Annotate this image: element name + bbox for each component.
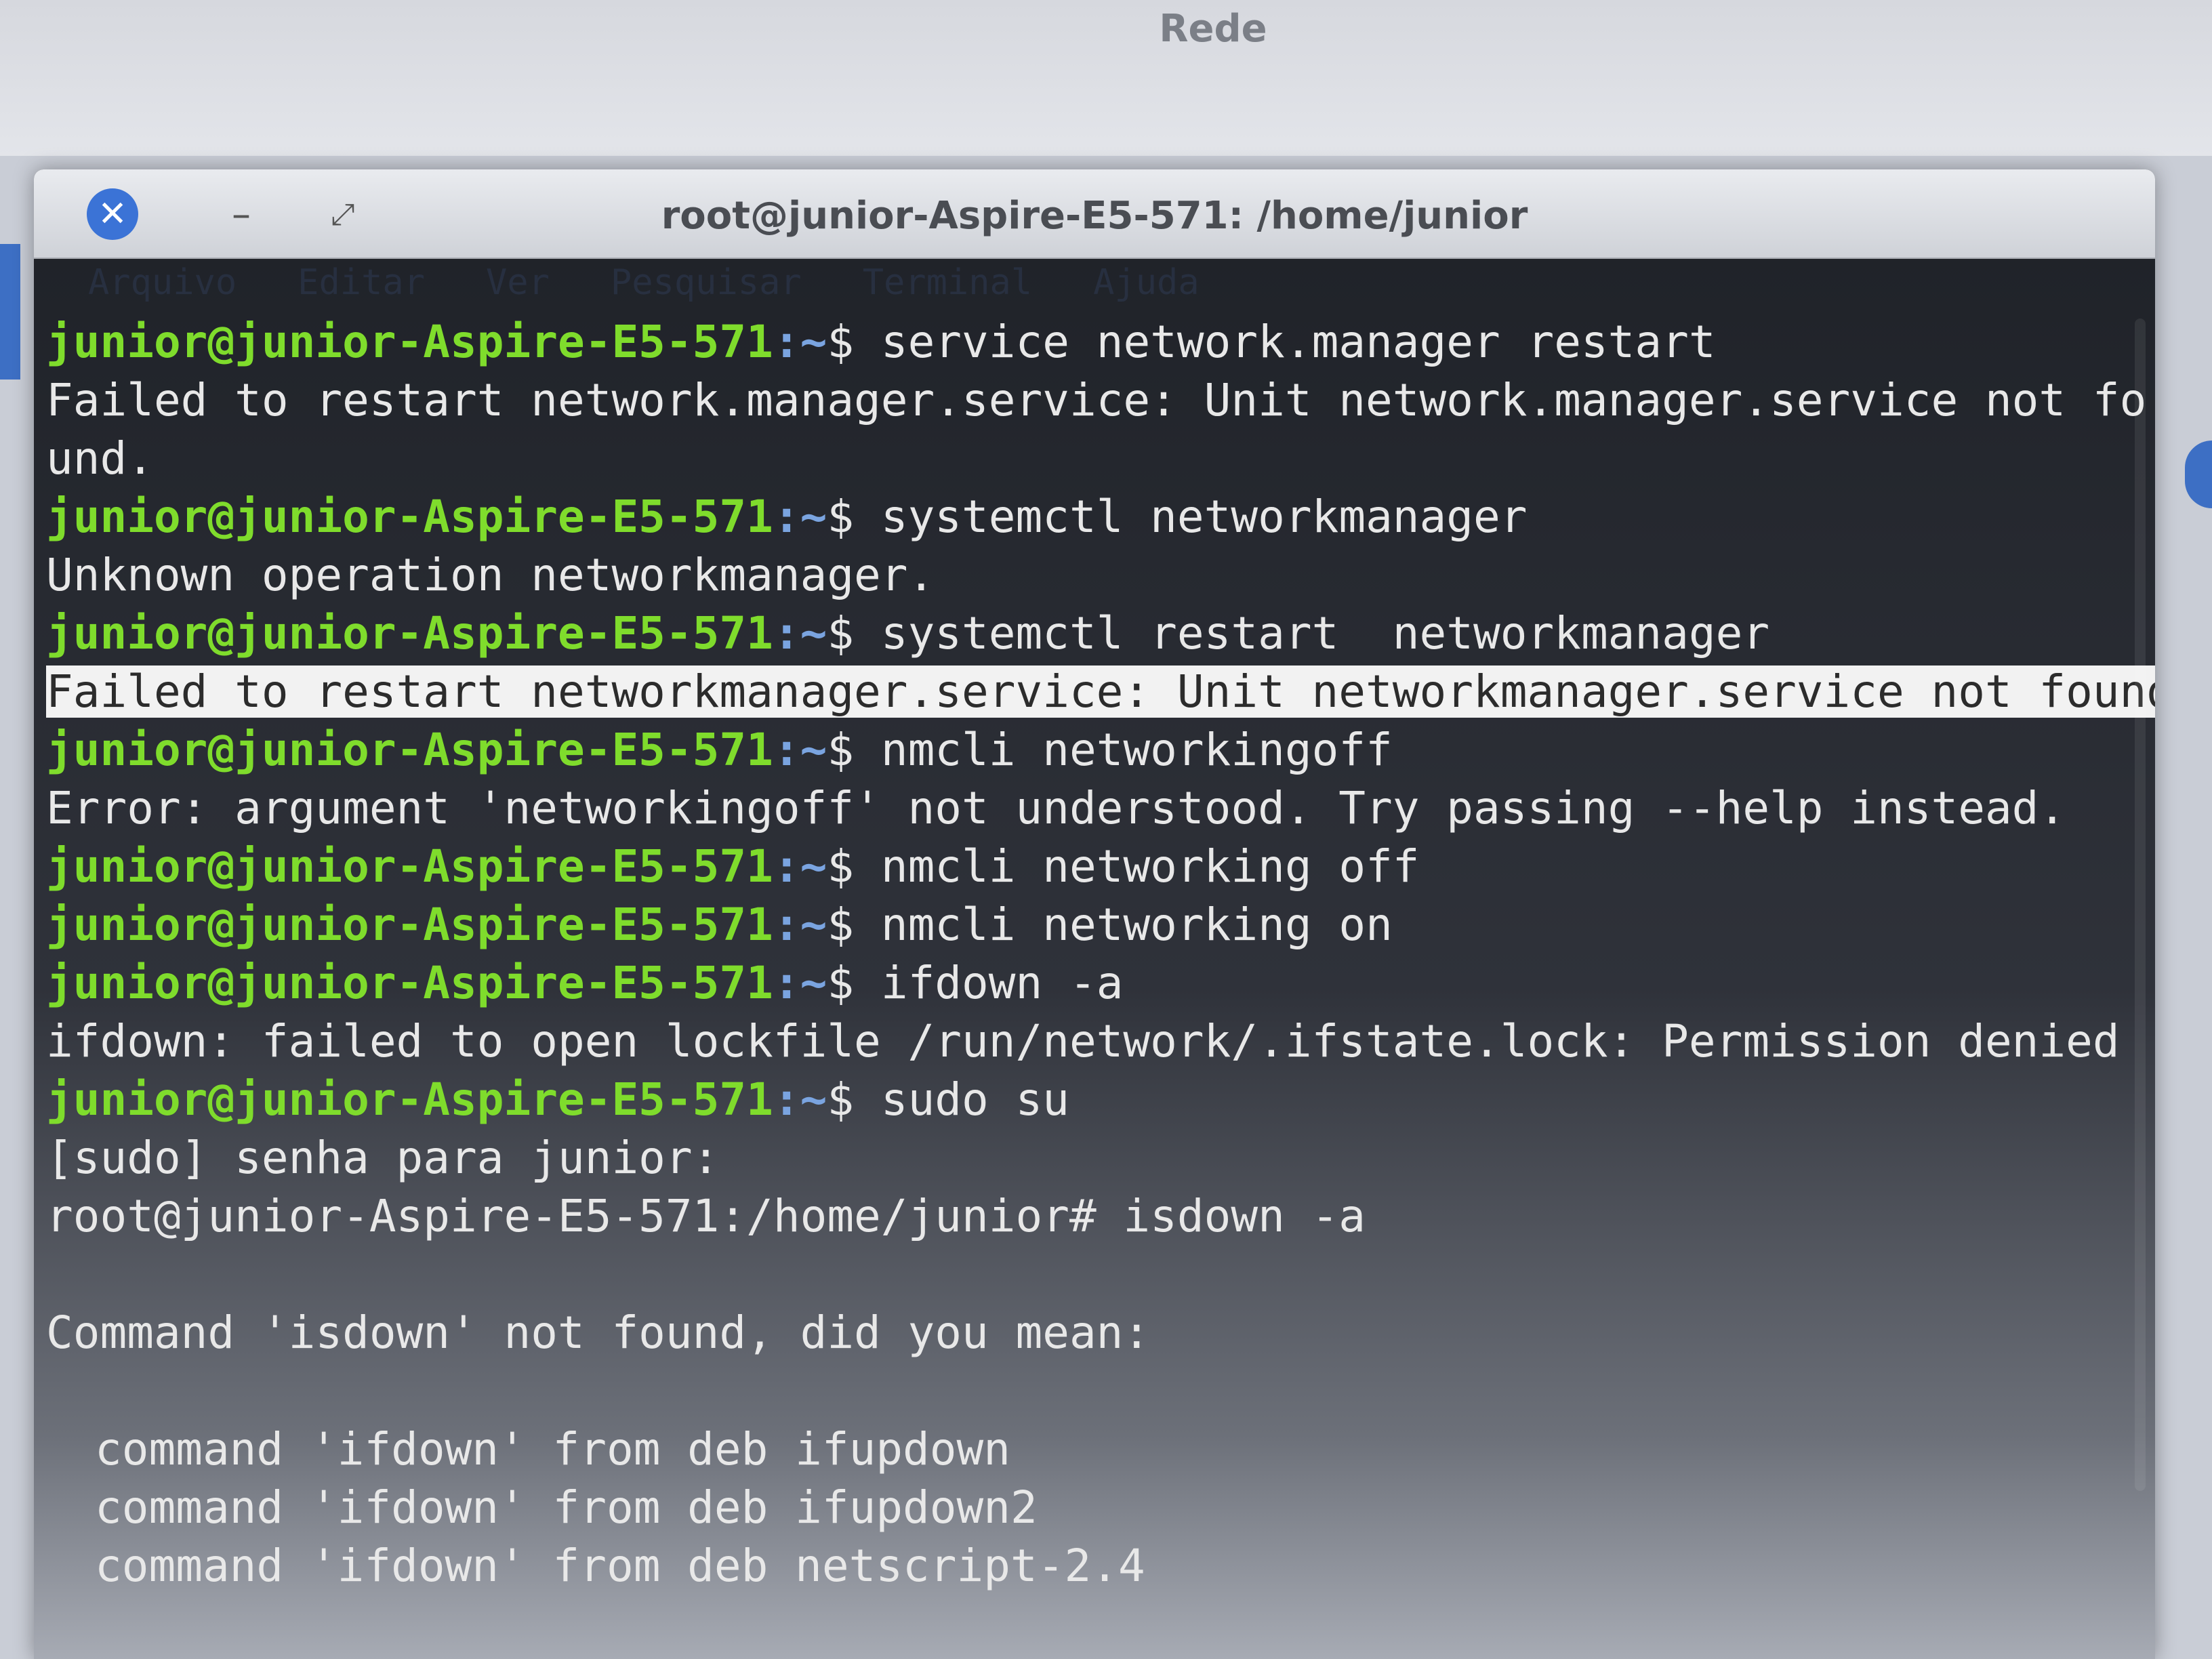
output-line: Error: argument 'networkingoff' not unde… xyxy=(46,782,2066,834)
command-text: sudo su xyxy=(880,1073,1069,1126)
prompt-sign: $ xyxy=(827,899,881,951)
prompt-path: :~ xyxy=(773,1073,827,1126)
menu-item-terminal[interactable]: Terminal xyxy=(863,262,1032,303)
terminal-line: junior@junior-Aspire-E5-571:~$ ifdown -a xyxy=(34,954,2155,1012)
command-text: systemctl restart networkmanager xyxy=(880,607,1770,659)
prompt-path: :~ xyxy=(773,724,827,776)
prompt-path: :~ xyxy=(773,840,827,893)
terminal-output[interactable]: junior@junior-Aspire-E5-571:~$ service n… xyxy=(34,306,2155,1595)
prompt-user-host: junior@junior-Aspire-E5-571 xyxy=(46,491,773,543)
terminal-window: ✕ – ⤢ root@junior-Aspire-E5-571: /home/j… xyxy=(34,169,2155,1659)
prompt-sign: $ xyxy=(827,607,881,659)
prompt-sign: $ xyxy=(827,1073,881,1126)
suggestion-line: command 'ifdown' from deb ifupdown xyxy=(95,1423,1011,1475)
prompt-path: :~ xyxy=(773,491,827,543)
title-bar[interactable]: ✕ – ⤢ root@junior-Aspire-E5-571: /home/j… xyxy=(34,169,2155,259)
background-sidebar-edge xyxy=(0,244,20,380)
output-line: Command 'isdown' not found, did you mean… xyxy=(46,1307,1151,1359)
prompt-user-host: junior@junior-Aspire-E5-571 xyxy=(46,724,773,776)
background-window-title: Rede xyxy=(1159,7,1267,51)
prompt-path: :~ xyxy=(773,316,827,368)
window-title: root@junior-Aspire-E5-571: /home/junior xyxy=(661,194,1528,238)
prompt-sign: $ xyxy=(827,840,881,893)
prompt-user-host: junior@junior-Aspire-E5-571 xyxy=(46,1073,773,1126)
menu-item-view[interactable]: Ver xyxy=(486,262,550,303)
prompt-user-host: junior@junior-Aspire-E5-571 xyxy=(46,899,773,951)
prompt-user-host: junior@junior-Aspire-E5-571 xyxy=(46,607,773,659)
terminal-scrollbar[interactable] xyxy=(2135,319,2146,1491)
menu-bar: Arquivo Editar Ver Pesquisar Terminal Aj… xyxy=(34,259,2155,306)
output-line: Unknown operation networkmanager. xyxy=(46,549,935,601)
prompt-sign: $ xyxy=(827,316,881,368)
command-text: nmcli networkingoff xyxy=(880,724,1393,776)
prompt-sign: $ xyxy=(827,724,881,776)
menu-item-edit[interactable]: Editar xyxy=(298,262,425,303)
prompt-user-host: junior@junior-Aspire-E5-571 xyxy=(46,957,773,1009)
output-line: [sudo] senha para junior: xyxy=(46,1132,720,1184)
prompt-user-host: junior@junior-Aspire-E5-571 xyxy=(46,840,773,893)
selection-highlight[interactable]: Failed to restart networkmanager.service… xyxy=(46,665,2155,718)
output-line: ifdown: failed to open lockfile /run/net… xyxy=(46,1015,2120,1067)
menu-item-file[interactable]: Arquivo xyxy=(88,262,237,303)
terminal-line: junior@junior-Aspire-E5-571:~$ nmcli net… xyxy=(34,838,2155,896)
command-text: systemctl networkmanager xyxy=(880,491,1528,543)
suggestion-line: command 'ifdown' from deb ifupdown2 xyxy=(95,1481,1038,1534)
prompt-sign: $ xyxy=(827,957,881,1009)
suggestion-line: command 'ifdown' from deb netscript-2.4 xyxy=(95,1540,1145,1592)
prompt-sign: $ xyxy=(827,491,881,543)
output-line: Failed to restart network.manager.servic… xyxy=(46,374,2147,485)
terminal-line: junior@junior-Aspire-E5-571:~$ sudo su xyxy=(34,1071,2155,1129)
prompt-user-host: junior@junior-Aspire-E5-571 xyxy=(46,316,773,368)
menu-item-help[interactable]: Ajuda xyxy=(1093,262,1200,303)
terminal-line: junior@junior-Aspire-E5-571:~$ service n… xyxy=(34,313,2155,371)
terminal-line: junior@junior-Aspire-E5-571:~$ nmcli net… xyxy=(34,896,2155,954)
command-text: nmcli networking on xyxy=(880,899,1393,951)
selected-output-line: Failed to restart networkmanager.service… xyxy=(34,663,2155,721)
command-text: nmcli networking off xyxy=(880,840,1420,893)
terminal-line: junior@junior-Aspire-E5-571:~$ nmcli net… xyxy=(34,721,2155,779)
background-window: Rede xyxy=(0,0,2212,156)
command-text: service network.manager restart xyxy=(880,316,1716,368)
prompt-path: :~ xyxy=(773,899,827,951)
background-badge xyxy=(2185,441,2212,508)
command-text: ifdown -a xyxy=(880,957,1124,1009)
prompt-path: :~ xyxy=(773,957,827,1009)
terminal-line: junior@junior-Aspire-E5-571:~$ systemctl… xyxy=(34,605,2155,663)
root-prompt-line: root@junior-Aspire-E5-571:/home/junior# … xyxy=(46,1190,1366,1242)
prompt-path: :~ xyxy=(773,607,827,659)
terminal-line: junior@junior-Aspire-E5-571:~$ systemctl… xyxy=(34,488,2155,546)
menu-item-search[interactable]: Pesquisar xyxy=(611,262,802,303)
